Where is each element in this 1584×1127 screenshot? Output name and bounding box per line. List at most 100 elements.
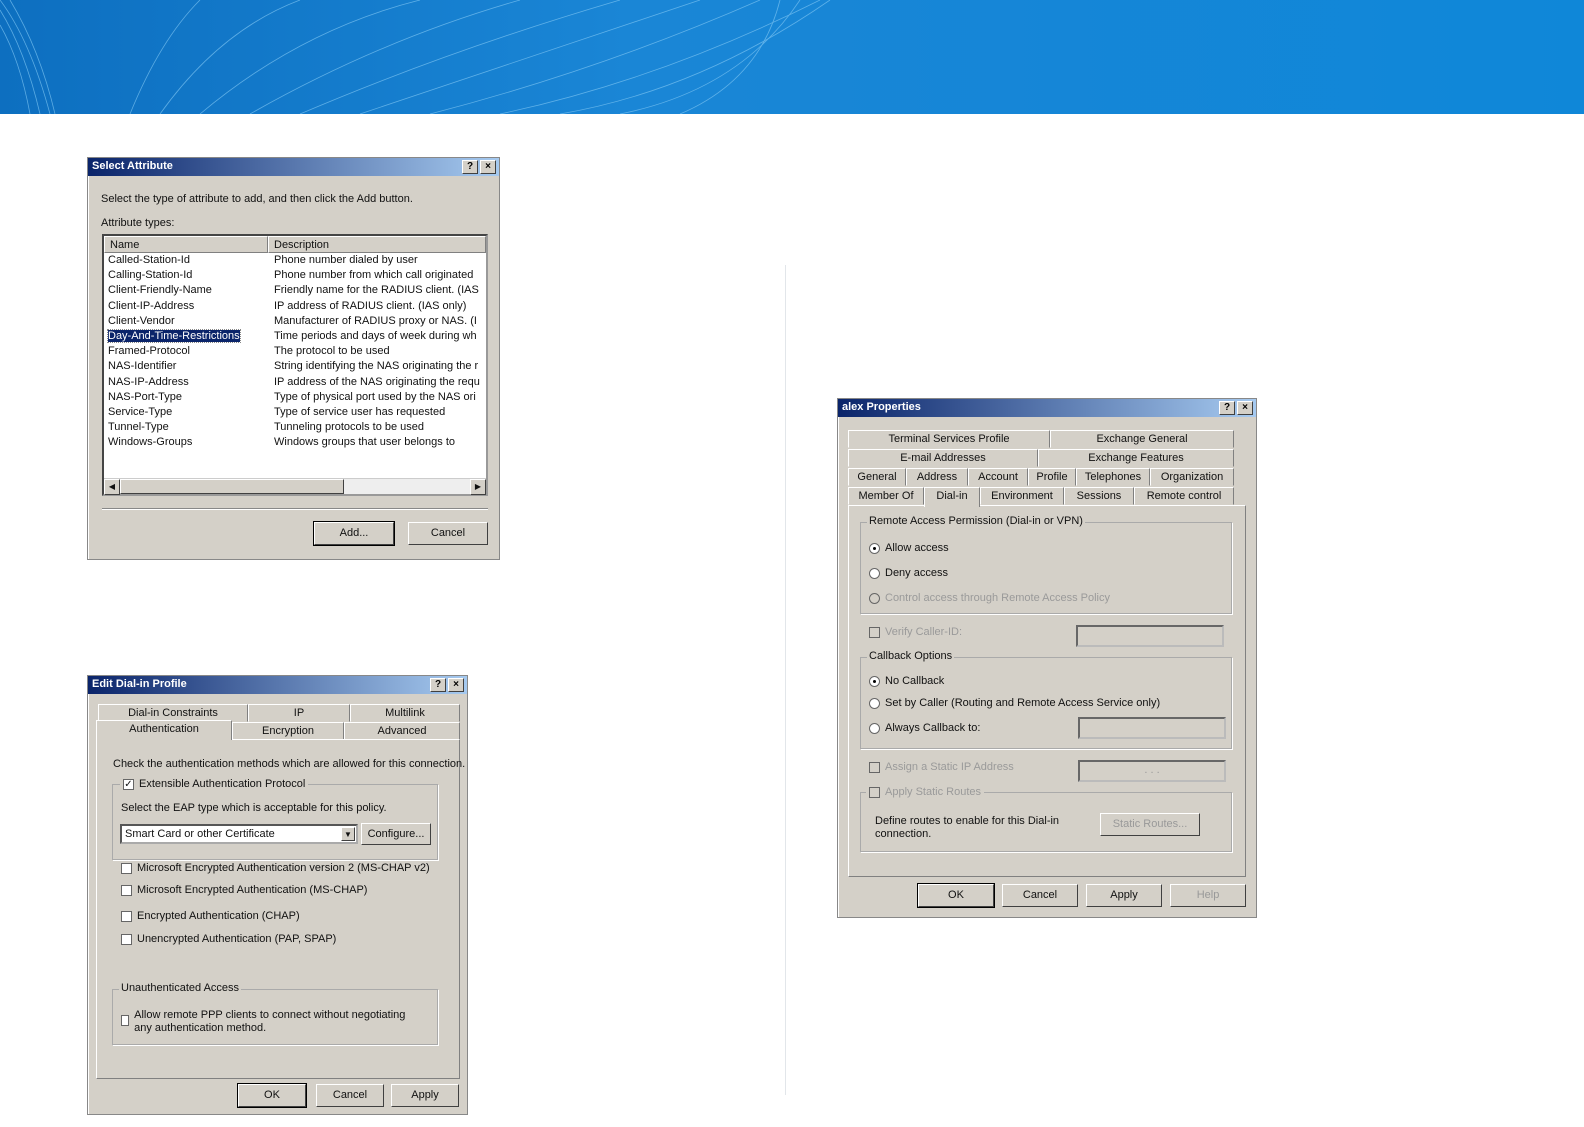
title-bar: Edit Dial-in Profile ? × — [88, 676, 467, 694]
ok-button[interactable]: OK — [917, 883, 995, 908]
attribute-row[interactable]: Framed-Protocol The protocol to be used — [104, 344, 486, 359]
close-button[interactable]: × — [1237, 401, 1253, 415]
static-routes-button[interactable]: Static Routes... — [1100, 813, 1200, 836]
option-label: Unencrypted Authentication (PAP, SPAP) — [137, 933, 337, 945]
tab-sessions[interactable]: Sessions — [1064, 487, 1134, 505]
help-button[interactable]: ? — [1219, 401, 1235, 415]
auth-method-checkbox[interactable]: Microsoft Encrypted Authentication (MS-C… — [121, 884, 367, 896]
verify-caller-checkbox[interactable]: Verify Caller-ID: — [869, 626, 962, 638]
attribute-description: Type of service user has requested — [274, 405, 446, 418]
tab-authentication[interactable]: Authentication — [96, 720, 232, 740]
cancel-button[interactable]: Cancel — [408, 522, 488, 545]
tab-member-of[interactable]: Member Of — [848, 487, 924, 505]
tab-ip[interactable]: IP — [248, 704, 350, 722]
allow-unauthenticated-checkbox[interactable]: Allow remote PPP clients to connect with… — [121, 1009, 411, 1035]
column-header-description[interactable]: Description — [268, 236, 486, 253]
banner-line-art — [0, 0, 831, 114]
group-label: Callback Options — [867, 650, 955, 662]
attribute-name: Service-Type — [108, 405, 173, 418]
title-bar: alex Properties ? × — [838, 399, 1256, 417]
separator — [102, 508, 488, 510]
checkbox-icon — [121, 862, 132, 874]
tab-profile[interactable]: Profile — [1028, 468, 1076, 486]
cancel-button[interactable]: Cancel — [316, 1084, 384, 1107]
auth-method-checkbox[interactable]: Unencrypted Authentication (PAP, SPAP) — [121, 933, 336, 945]
checkbox-icon — [121, 1015, 130, 1026]
auth-method-checkbox[interactable]: Encrypted Authentication (CHAP) — [121, 910, 300, 922]
tab-account[interactable]: Account — [968, 468, 1028, 486]
eap-type-select[interactable]: Smart Card or other Certificate ▼ — [120, 824, 358, 844]
static-ip-input[interactable]: . . . — [1078, 760, 1226, 782]
close-button[interactable]: × — [448, 678, 464, 692]
tab-general[interactable]: General — [848, 468, 906, 486]
tab-exchange-general[interactable]: Exchange General — [1050, 430, 1234, 448]
apply-button[interactable]: Apply — [391, 1084, 459, 1107]
tab-encryption[interactable]: Encryption — [232, 722, 344, 740]
tab-organization[interactable]: Organization — [1150, 468, 1234, 486]
title-bar: Select Attribute ? × — [88, 158, 499, 176]
static-ip-checkbox[interactable]: Assign a Static IP Address — [869, 761, 1014, 773]
dialog-title: Select Attribute — [92, 160, 173, 172]
tab-multilink[interactable]: Multilink — [350, 704, 460, 722]
checkbox-icon — [869, 786, 880, 798]
attribute-name: NAS-Identifier — [108, 360, 177, 373]
attribute-row[interactable]: Called-Station-Id Phone number dialed by … — [104, 253, 486, 268]
help-button[interactable]: ? — [430, 678, 446, 692]
cancel-button[interactable]: Cancel — [1002, 884, 1078, 907]
attribute-row[interactable]: Calling-Station-Id Phone number from whic… — [104, 268, 486, 283]
add-button[interactable]: Add... — [313, 521, 395, 546]
set-by-caller-radio[interactable]: Set by Caller (Routing and Remote Access… — [869, 697, 1160, 709]
policy-access-radio[interactable]: Control access through Remote Access Pol… — [869, 592, 1110, 604]
attribute-row[interactable]: Client-Friendly-Name Friendly name for th… — [104, 283, 486, 298]
configure-button[interactable]: Configure... — [361, 823, 431, 845]
attribute-description: Friendly name for the RADIUS client. (IA… — [274, 284, 479, 297]
attribute-row[interactable]: Client-Vendor Manufacturer of RADIUS prox… — [104, 314, 486, 329]
attribute-name: Day-And-Time-Restrictions — [107, 328, 241, 343]
always-callback-radio[interactable]: Always Callback to: — [869, 722, 980, 734]
attribute-row[interactable]: NAS-Port-Type Type of physical port used … — [104, 390, 486, 405]
help-footer-button[interactable]: Help — [1170, 884, 1246, 907]
horizontal-scrollbar[interactable]: ◀ ▶ — [104, 478, 486, 495]
dropdown-arrow-icon[interactable]: ▼ — [341, 827, 355, 841]
allow-access-radio[interactable]: Allow access — [869, 542, 949, 554]
option-label: Microsoft Encrypted Authentication versi… — [137, 862, 430, 874]
attribute-row[interactable]: Windows-Groups Windows groups that user b… — [104, 435, 486, 450]
eap-checkbox[interactable]: ✓ Extensible Authentication Protocol — [120, 778, 309, 790]
instruction-text: Select the type of attribute to add, and… — [101, 193, 413, 205]
tab-address[interactable]: Address — [906, 468, 968, 486]
attribute-row[interactable]: Service-Type Type of service user has req… — [104, 405, 486, 420]
attribute-row[interactable]: NAS-IP-Address IP address of the NAS orig… — [104, 375, 486, 390]
attribute-list[interactable]: Name Description Called-Station-Id Phone n… — [102, 234, 488, 496]
deny-access-radio[interactable]: Deny access — [869, 567, 948, 579]
tab-environment[interactable]: Environment — [980, 487, 1064, 505]
tab-dial-in[interactable]: Dial-in — [924, 487, 980, 507]
scroll-left-arrow[interactable]: ◀ — [104, 479, 120, 495]
tab-exchange-features[interactable]: Exchange Features — [1038, 449, 1234, 467]
list-label: Attribute types: — [101, 217, 175, 229]
attribute-row[interactable]: Day-And-Time-Restrictions Time periods an… — [104, 328, 486, 344]
callback-number-input[interactable] — [1078, 717, 1226, 739]
ok-button[interactable]: OK — [237, 1083, 307, 1108]
attribute-row[interactable]: Tunnel-Type Tunneling protocols to be use… — [104, 420, 486, 435]
column-header-name[interactable]: Name — [104, 236, 268, 253]
no-callback-radio[interactable]: No Callback — [869, 675, 944, 687]
radio-icon — [869, 567, 880, 579]
scroll-right-arrow[interactable]: ▶ — [470, 479, 486, 495]
scroll-thumb[interactable] — [120, 479, 344, 494]
alex-properties-dialog: alex Properties ? × Terminal Services Pro… — [837, 398, 1257, 918]
close-button[interactable]: × — [480, 160, 496, 174]
tab-e-mail-addresses[interactable]: E-mail Addresses — [848, 449, 1038, 467]
apply-button[interactable]: Apply — [1086, 884, 1162, 907]
attribute-row[interactable]: NAS-Identifier String identifying the NAS… — [104, 359, 486, 374]
caller-id-input[interactable] — [1076, 625, 1224, 647]
auth-method-checkbox[interactable]: Microsoft Encrypted Authentication versi… — [121, 862, 430, 874]
attribute-row[interactable]: Client-IP-Address IP address of RADIUS cl… — [104, 299, 486, 314]
static-routes-checkbox[interactable]: Apply Static Routes — [866, 786, 984, 798]
help-button[interactable]: ? — [462, 160, 478, 174]
attribute-description: IP address of RADIUS client. (IAS only) — [274, 299, 467, 312]
tab-advanced[interactable]: Advanced — [344, 722, 460, 740]
tab-remote-control[interactable]: Remote control — [1134, 487, 1234, 505]
checkbox-checked-icon: ✓ — [123, 778, 134, 790]
tab-telephones[interactable]: Telephones — [1076, 468, 1150, 486]
tab-terminal-services-profile[interactable]: Terminal Services Profile — [848, 430, 1050, 448]
